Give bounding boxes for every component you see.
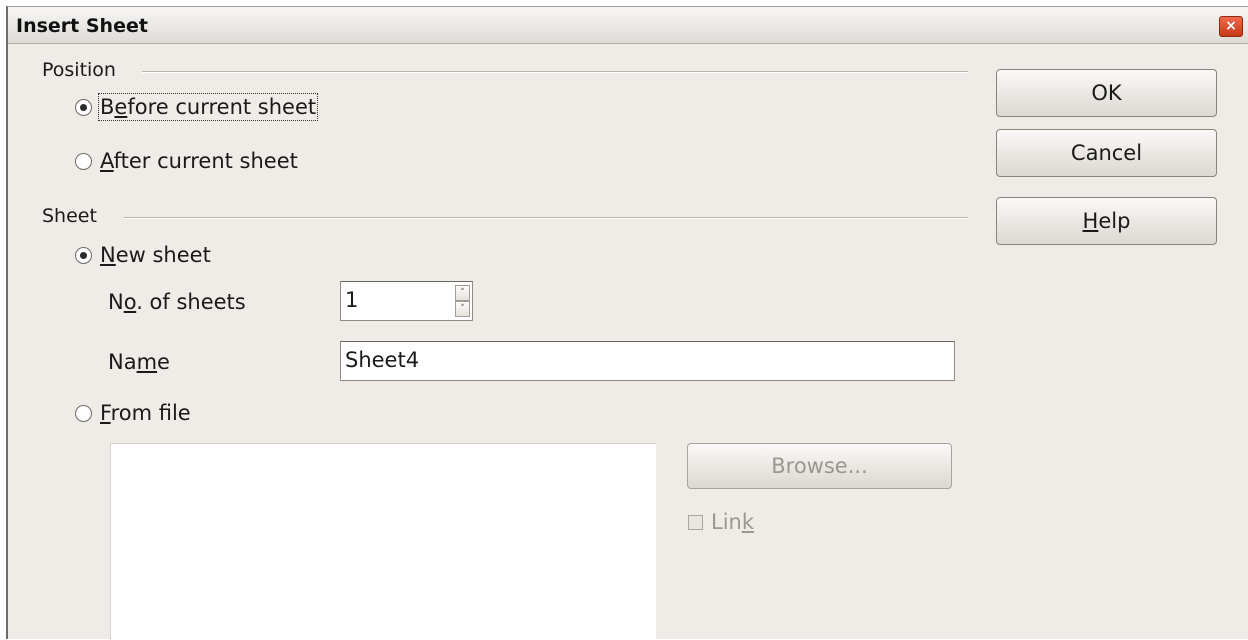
sheet-separator: [124, 217, 968, 219]
insert-sheet-dialog: Insert Sheet × Position Before current s…: [6, 6, 1248, 640]
radio-icon[interactable]: [75, 98, 92, 116]
number-of-sheets-label: No. of sheets: [108, 290, 246, 314]
from-file-radio[interactable]: From file: [75, 401, 191, 425]
browse-button[interactable]: Browse...: [687, 443, 952, 489]
ok-button[interactable]: OK: [996, 69, 1217, 117]
stepper-buttons: ˄ ˅: [455, 285, 470, 317]
stepper-value: 1: [345, 288, 359, 312]
radio-icon[interactable]: [75, 152, 92, 170]
checkbox-label: Link: [711, 510, 755, 534]
new-sheet-radio[interactable]: New sheet: [75, 243, 211, 267]
radio-label: From file: [100, 401, 191, 425]
close-icon[interactable]: ×: [1219, 16, 1243, 37]
position-section-label: Position: [42, 59, 116, 81]
before-current-sheet-radio[interactable]: Before current sheet: [75, 93, 319, 121]
dialog-body: Position Before current sheet After curr…: [8, 45, 1248, 640]
radio-icon[interactable]: [75, 246, 92, 264]
chevron-down-icon[interactable]: ˅: [455, 301, 470, 317]
name-label: Name: [108, 350, 170, 374]
radio-label: New sheet: [100, 243, 211, 267]
sheet-name-input[interactable]: [345, 348, 945, 372]
link-checkbox[interactable]: Link: [688, 510, 754, 534]
number-of-sheets-stepper[interactable]: 1 ˄ ˅: [340, 281, 473, 321]
checkbox-icon[interactable]: [688, 514, 703, 530]
after-current-sheet-radio[interactable]: After current sheet: [75, 149, 298, 173]
window-title: Insert Sheet: [16, 15, 148, 37]
position-separator: [142, 71, 968, 73]
file-sheet-list[interactable]: [110, 443, 656, 640]
help-button[interactable]: Help: [996, 197, 1217, 245]
radio-icon[interactable]: [75, 404, 92, 422]
radio-label: After current sheet: [100, 149, 298, 173]
chevron-up-icon[interactable]: ˄: [455, 285, 470, 301]
title-bar[interactable]: Insert Sheet ×: [8, 7, 1248, 44]
sheet-section-label: Sheet: [42, 205, 97, 227]
radio-label: Before current sheet: [97, 93, 319, 121]
cancel-button[interactable]: Cancel: [996, 129, 1217, 177]
sheet-name-field[interactable]: [340, 341, 955, 381]
